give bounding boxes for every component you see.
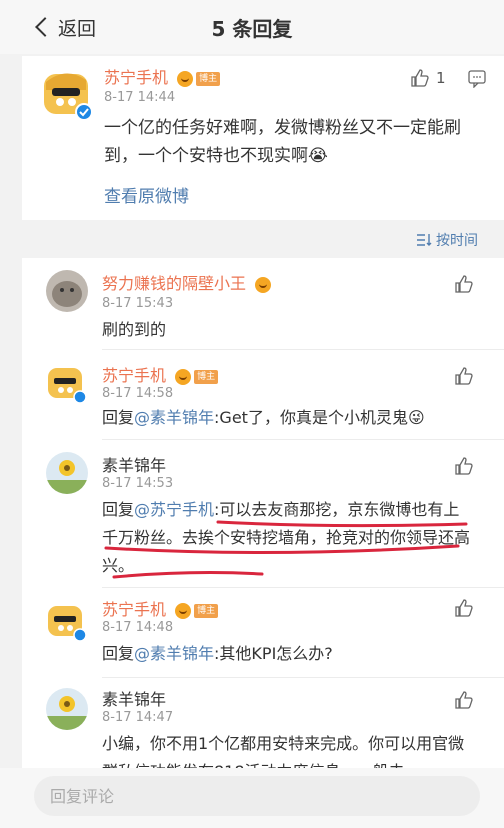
- comment-time: 8-17 14:47: [102, 710, 174, 725]
- suning-avatar[interactable]: [46, 600, 88, 642]
- comment-text: 小编，你不用1个亿都用安特来完成。你可以用官微群私信功能发布818活动力度信息，…: [102, 734, 465, 768]
- thumb-up-icon: [455, 367, 473, 385]
- reply-bar: [0, 768, 504, 828]
- comment-item: 素羊锦年 8-17 14:47 小编，你不用1个亿都用安特来完成。你可以用官微群…: [22, 678, 504, 768]
- thumb-up-icon: [455, 457, 473, 475]
- thumb-up-icon: [411, 69, 429, 87]
- reply-prefix: 回复: [102, 644, 135, 663]
- author-name[interactable]: 努力赚钱的隔壁小王: [102, 274, 246, 293]
- comment-item: 苏宁手机 博主 8-17 14:58 回复@素羊锦年:Get了，你真是个小机灵鬼…: [22, 350, 504, 440]
- mention-link[interactable]: @素羊锦年: [134, 408, 214, 427]
- blogger-badge: 博主: [175, 602, 219, 619]
- comment-item: 苏宁手机 博主 8-17 14:48 回复@素羊锦年:其他KPI怎么办?: [22, 588, 504, 678]
- thumb-up-icon: [455, 691, 473, 709]
- sort-button[interactable]: 按时间: [416, 230, 478, 250]
- thumb-up-icon: [455, 599, 473, 617]
- reply-input[interactable]: [34, 776, 480, 816]
- blogger-badge: 博主: [177, 70, 221, 87]
- badge-label: 博主: [194, 369, 219, 384]
- user-avatar[interactable]: [46, 688, 88, 730]
- post-time: 8-17 14:44: [104, 90, 176, 105]
- comment-item: 努力赚钱的隔壁小王 8-17 15:43 刷的到的: [22, 258, 504, 350]
- post-text: 一个亿的任务好难啊，发微博粉丝又不一定能刷到，一个个安特也不现实啊😭: [104, 118, 461, 166]
- comment-like-button[interactable]: [454, 690, 474, 714]
- sort-label: 按时间: [436, 233, 478, 249]
- comment-like-button[interactable]: [454, 598, 474, 622]
- like-button[interactable]: 1: [410, 68, 446, 88]
- view-original-link[interactable]: 查看原微博: [104, 182, 189, 207]
- emoji-icon: [175, 368, 192, 385]
- comment-like-button[interactable]: [454, 456, 474, 480]
- sort-bar: 按时间: [0, 230, 504, 254]
- blogger-badge: 博主: [175, 368, 219, 385]
- emoji-icon: [255, 276, 272, 293]
- page-title: 5 条回复: [211, 17, 293, 41]
- emoji-icon: [177, 70, 194, 87]
- red-underline-annotation: [104, 520, 468, 579]
- comment-author[interactable]: 素羊锦年: [102, 686, 166, 710]
- reply-body: :其他KPI怎么办?: [214, 644, 333, 663]
- reply-prefix: 回复: [102, 408, 135, 427]
- sort-icon: [417, 234, 432, 246]
- reply-body: :Get了，你真是个小机灵鬼😜: [214, 408, 425, 427]
- author-name[interactable]: 苏宁手机: [104, 68, 168, 87]
- comment-list: 努力赚钱的隔壁小王 8-17 15:43 刷的到的 苏宁手机 博主 8-17 1…: [22, 258, 504, 768]
- comment-button[interactable]: [468, 70, 486, 92]
- thumb-up-icon: [455, 275, 473, 293]
- comment-author[interactable]: 苏宁手机 博主: [102, 362, 219, 386]
- like-count: 1: [436, 69, 446, 87]
- comment-author[interactable]: 苏宁手机 博主: [102, 596, 219, 620]
- comment-author[interactable]: 努力赚钱的隔壁小王: [102, 270, 272, 294]
- post-author[interactable]: 苏宁手机 博主: [104, 64, 221, 88]
- author-name[interactable]: 苏宁手机: [102, 366, 166, 385]
- comment-icon: [468, 70, 486, 89]
- emoji-icon: [175, 602, 192, 619]
- comment-text: 回复@素羊锦年:其他KPI怎么办?: [102, 640, 470, 668]
- user-avatar[interactable]: [46, 270, 88, 312]
- comment-like-button[interactable]: [454, 366, 474, 390]
- original-post: 苏宁手机 博主 8-17 14:44 一个亿的任务好难啊，发微博粉丝又不一定能刷…: [22, 56, 504, 220]
- comment-time: 8-17 14:48: [102, 620, 174, 635]
- top-bar: 返回 5 条回复: [0, 0, 504, 54]
- author-name[interactable]: 苏宁手机: [102, 600, 166, 619]
- comment-time: 8-17 15:43: [102, 296, 174, 311]
- comment-text: 刷的到的: [102, 320, 167, 339]
- suning-avatar[interactable]: [46, 362, 88, 404]
- badge-label: 博主: [194, 603, 219, 618]
- badge-label: 博主: [196, 71, 221, 86]
- comment-item: 素羊锦年 8-17 14:53 回复@苏宁手机:可以去友商那挖，京东微博也有上千…: [22, 440, 504, 588]
- comment-like-button[interactable]: [454, 274, 474, 298]
- badge: [255, 276, 272, 293]
- comment-text: 回复@素羊锦年:Get了，你真是个小机灵鬼😜: [102, 404, 470, 432]
- suning-avatar[interactable]: [40, 66, 96, 122]
- comment-time: 8-17 14:58: [102, 386, 174, 401]
- mention-link[interactable]: @素羊锦年: [134, 644, 214, 663]
